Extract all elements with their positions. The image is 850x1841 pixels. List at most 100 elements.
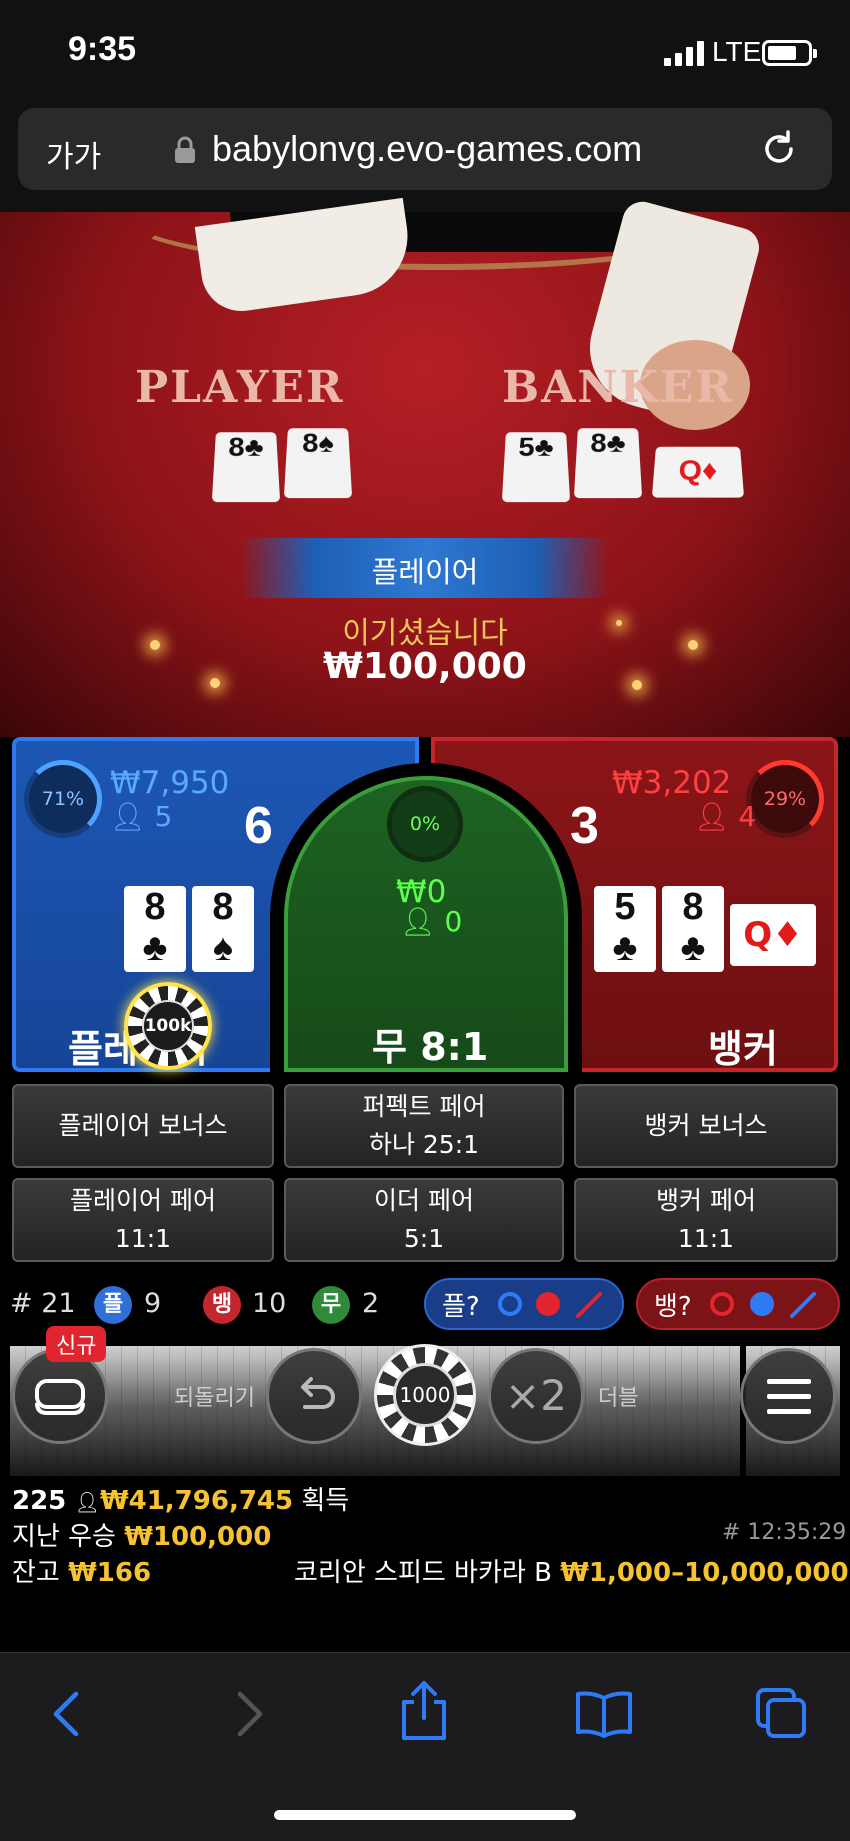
player-percent-ring: 71% <box>24 760 102 838</box>
online-players: 225 👤︎₩41,796,745 획득 <box>12 1480 349 1517</box>
chip-value: 100k <box>142 1000 194 1052</box>
double-button[interactable]: ×2 <box>488 1348 584 1444</box>
banker-percent-ring: 29% <box>746 760 824 838</box>
red-ring-icon <box>710 1292 734 1316</box>
result-amount: ₩100,000 <box>323 646 527 687</box>
sparkle <box>632 680 642 690</box>
banker-tag: 뱅 <box>203 1286 241 1324</box>
chip-selector-value: 1000 <box>393 1363 457 1427</box>
bookmarks-icon[interactable] <box>574 1690 634 1738</box>
new-badge: 신규 <box>46 1326 107 1362</box>
lock-icon <box>175 136 195 163</box>
text-size-button[interactable]: 가가 <box>46 132 101 176</box>
side-bet-odds: 11:1 <box>677 1224 735 1253</box>
felt-banker-label: BANKER <box>502 362 734 413</box>
banker-card: 8 ♣ <box>662 886 724 972</box>
side-bet-label: 뱅커 페어 <box>656 1186 756 1215</box>
banker-bettor-value: 4 <box>738 800 757 833</box>
either-pair-button[interactable]: 이더 페어 5:1 <box>284 1178 564 1262</box>
table-info: 코리안 스피드 바카라 B ₩1,000–10,000,000 <box>294 1552 849 1589</box>
balance-label: 잔고 <box>12 1558 60 1588</box>
forward-icon[interactable] <box>232 1690 268 1738</box>
player-bet-total: ₩7,950 <box>110 765 230 801</box>
side-bet-label: 플레이어 보너스 <box>58 1111 228 1140</box>
player-bonus-button[interactable]: 플레이어 보너스 <box>12 1084 274 1168</box>
table-card: 8♠ <box>283 428 353 499</box>
card-value: 8 <box>682 886 704 928</box>
signal-icon <box>664 41 704 66</box>
card-suit: ♣ <box>612 927 638 969</box>
banker-label: 뱅커 <box>708 1027 778 1071</box>
banker-card: 5 ♣ <box>594 886 656 972</box>
player-card: 8 ♣ <box>124 886 186 972</box>
side-bet-odds: 하나 25:1 <box>368 1130 480 1159</box>
banker-bonus-button[interactable]: 뱅커 보너스 <box>574 1084 838 1168</box>
undo-button[interactable] <box>266 1348 362 1444</box>
table-card: Q♦ <box>651 446 745 498</box>
balance-amount: ₩166 <box>68 1558 152 1588</box>
player-pair-button[interactable]: 플레이어 페어 11:1 <box>12 1178 274 1262</box>
felt-player-label: PLAYER <box>135 362 345 413</box>
balance: 잔고 ₩166 <box>12 1552 151 1589</box>
sparkle <box>688 640 698 650</box>
side-bet-label: 퍼펙트 페어 <box>362 1092 486 1121</box>
predict-banker-label: 뱅? <box>654 1292 692 1322</box>
back-icon[interactable] <box>48 1690 84 1738</box>
red-slash-icon <box>576 1292 602 1318</box>
undo-icon <box>301 1377 335 1409</box>
banker-score: 3 <box>570 797 599 855</box>
card-suit: ♣ <box>680 927 706 969</box>
menu-button[interactable] <box>740 1348 836 1444</box>
table-name: 코리안 스피드 바카라 B <box>294 1558 552 1588</box>
reload-icon[interactable] <box>758 128 800 170</box>
share-icon[interactable] <box>398 1680 450 1742</box>
player-count: 225 <box>12 1486 67 1516</box>
player-bettor-count: 👤︎ 5 <box>110 800 172 833</box>
banker-bettor-count: 👤︎ 4 <box>694 800 756 833</box>
round-count: # 21 <box>10 1288 76 1319</box>
player-wins: 9 <box>144 1288 162 1319</box>
person-icon: 👤︎ <box>110 800 146 833</box>
person-icon: 👤︎ <box>74 1490 100 1514</box>
player-bettor-value: 5 <box>154 800 173 833</box>
card-suit: ♠ <box>212 927 234 969</box>
chat-bubble-icon <box>35 1379 85 1415</box>
blue-dot-icon <box>750 1292 774 1316</box>
person-icon: 👤︎ <box>694 800 730 833</box>
lobby-button[interactable] <box>12 1348 108 1444</box>
player-card: 8 ♠ <box>192 886 254 972</box>
undo-label: 되돌리기 <box>174 1386 255 1411</box>
sparkle <box>210 678 220 688</box>
table-card: 8♣ <box>211 432 281 503</box>
side-bet-label: 뱅커 보너스 <box>644 1111 768 1140</box>
last-win: 지난 우승 ₩100,000 <box>12 1516 271 1553</box>
predict-player-label: 플? <box>442 1292 480 1322</box>
sparkle <box>616 620 622 626</box>
result-winner: 플레이어 <box>371 555 479 589</box>
status-time: 9:35 <box>68 30 137 68</box>
tabs-icon[interactable] <box>754 1686 808 1740</box>
banker-pair-button[interactable]: 뱅커 페어 11:1 <box>574 1178 838 1262</box>
network-label: LTE <box>712 36 762 67</box>
perfect-pair-button[interactable]: 퍼펙트 페어하나 25:1 <box>284 1084 564 1168</box>
placed-chip[interactable]: 100k <box>124 982 212 1070</box>
round-id: # 12:35:29 <box>722 1520 847 1545</box>
hamburger-icon <box>767 1379 811 1414</box>
tie-bettor-value: 0 <box>444 905 463 938</box>
banker-third-card: Q♦ <box>730 904 816 966</box>
side-bet-label: 이더 페어 <box>374 1186 474 1215</box>
card-suit: ♣ <box>142 927 168 969</box>
total-won: ₩41,796,745 <box>99 1486 294 1516</box>
tie-percent-ring: 0% <box>387 786 463 862</box>
blue-ring-icon <box>498 1292 522 1316</box>
double-label: 더블 <box>598 1386 639 1411</box>
blue-slash-icon <box>790 1292 816 1318</box>
person-icon: 👤︎ <box>400 905 436 938</box>
card-value: 8 <box>144 886 166 928</box>
chip-selector[interactable]: 1000 <box>374 1344 476 1446</box>
card-value: 8 <box>212 886 234 928</box>
card-value: 5 <box>614 886 636 928</box>
home-indicator[interactable] <box>274 1810 576 1820</box>
tie-label: 무 8:1 <box>372 1025 489 1069</box>
player-tag: 플 <box>94 1286 132 1324</box>
